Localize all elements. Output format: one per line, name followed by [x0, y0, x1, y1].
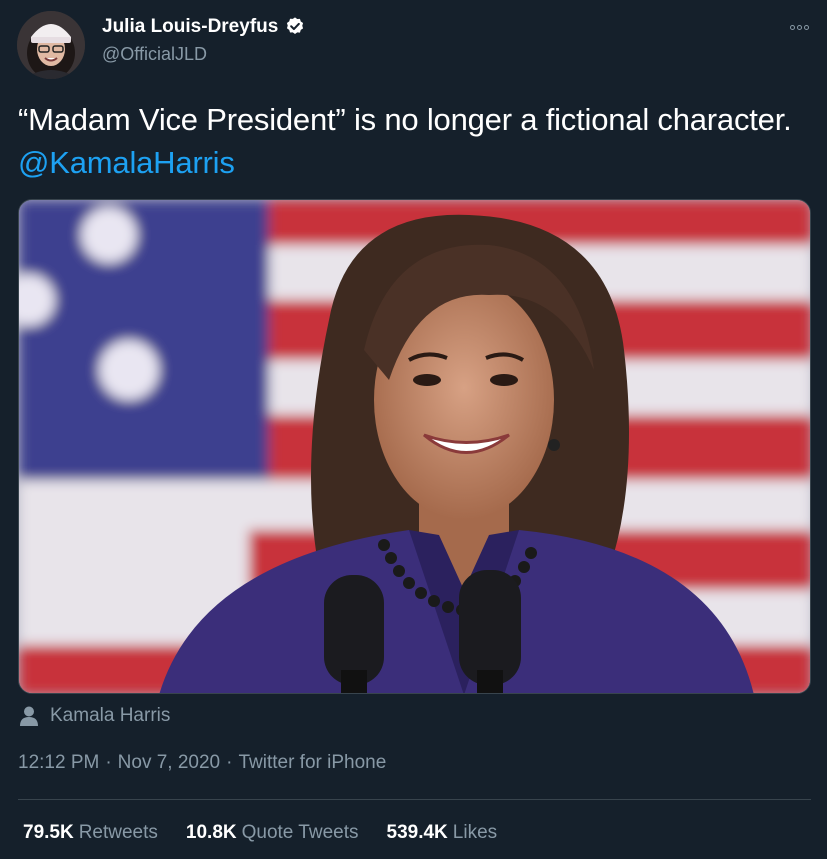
retweets-label: Retweets — [78, 822, 158, 843]
tweet-time[interactable]: 12:12 PM — [18, 752, 99, 774]
quote-tweets-count: 10.8K — [185, 822, 237, 843]
more-dot — [789, 24, 795, 30]
author-avatar[interactable] — [17, 11, 85, 79]
avatar-photo — [17, 11, 85, 79]
tweet-media-image[interactable] — [18, 199, 811, 694]
more-dot — [803, 24, 809, 30]
author-handle[interactable]: @OfficialJLD — [102, 44, 306, 65]
media-photo — [19, 200, 810, 693]
likes-count: 539.4K — [386, 822, 448, 843]
tweet-stats: 79.5K Retweets 10.8K Quote Tweets 539.4K… — [23, 819, 497, 847]
quote-tweets-stat[interactable]: 10.8K Quote Tweets — [186, 822, 359, 844]
quote-tweets-label: Quote Tweets — [241, 822, 359, 843]
author-display-name[interactable]: Julia Louis-Dreyfus — [102, 16, 278, 38]
separator: · — [226, 752, 233, 773]
verified-badge-icon — [284, 16, 306, 38]
more-dot — [796, 24, 802, 30]
retweets-count: 79.5K — [23, 822, 74, 843]
tweet-body: “Madam Vice President” is no longer a fi… — [18, 102, 792, 137]
tweet-date[interactable]: Nov 7, 2020 — [118, 752, 220, 774]
tweet-text: “Madam Vice President” is no longer a fi… — [18, 98, 808, 184]
author-info: Julia Louis-Dreyfus @OfficialJLD — [102, 14, 306, 65]
tweet-meta: 12:12 PM · Nov 7, 2020 · Twitter for iPh… — [18, 750, 386, 776]
tagged-people[interactable]: Kamala Harris — [18, 704, 170, 728]
separator: · — [105, 752, 112, 773]
mention-link[interactable]: @KamalaHarris — [18, 145, 235, 180]
tweet-source[interactable]: Twitter for iPhone — [238, 752, 386, 774]
likes-label: Likes — [452, 822, 498, 843]
more-options-icon[interactable] — [787, 20, 811, 34]
person-icon — [18, 705, 40, 727]
name-row: Julia Louis-Dreyfus — [102, 14, 306, 40]
tweet-detail: Julia Louis-Dreyfus @OfficialJLD “Madam … — [0, 0, 827, 859]
divider — [18, 799, 811, 800]
retweets-stat[interactable]: 79.5K Retweets — [23, 822, 158, 844]
likes-stat[interactable]: 539.4K Likes — [387, 822, 498, 844]
tagged-person-name: Kamala Harris — [50, 705, 171, 726]
